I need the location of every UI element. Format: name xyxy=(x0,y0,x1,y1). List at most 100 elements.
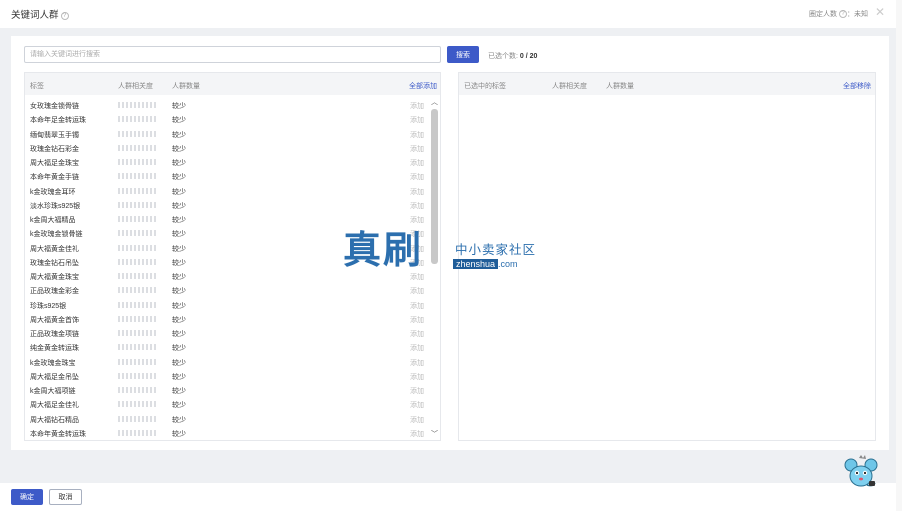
col-relevance: 人群相关度 xyxy=(118,83,153,90)
dialog-header: 关键词人群? 圈定人数? ：未知 ✕ xyxy=(0,0,896,28)
add-button[interactable]: 添加 xyxy=(410,158,424,168)
add-button[interactable]: 添加 xyxy=(410,358,424,368)
col-count: 人群数量 xyxy=(172,83,200,90)
add-button[interactable]: 添加 xyxy=(410,258,424,268)
page-scrollbar[interactable] xyxy=(896,0,902,511)
add-button[interactable]: 添加 xyxy=(410,215,424,225)
available-tags-list: 女玫瑰金锁骨链 较少 添加 本命年足金转运珠 较少 添加 缅甸翡翠玉手镯 较少 添加 玫瑰金钻石彩… xyxy=(25,97,428,441)
row-tag-name: 本命年足金转运珠 xyxy=(30,117,86,125)
relevance-bar xyxy=(118,102,156,108)
table-row: 周大福足金珠宝 较少 添加 xyxy=(25,154,428,168)
add-button[interactable]: 添加 xyxy=(410,130,424,140)
estimate-help-icon[interactable]: ? xyxy=(839,10,847,18)
row-count: 较少 xyxy=(172,202,186,210)
add-button[interactable]: 添加 xyxy=(410,101,424,111)
cancel-button[interactable]: 取消 xyxy=(49,489,82,505)
selected-tags-panel: 已选中的标签 人群相关度 人群数量 全部移除 xyxy=(458,72,876,441)
col-tag: 标签 xyxy=(30,83,44,90)
relevance-bar xyxy=(118,159,156,165)
row-tag-name: k金玫瑰金珠宝 xyxy=(30,359,76,367)
row-count: 较少 xyxy=(172,373,186,381)
row-count: 较少 xyxy=(172,217,186,224)
add-button[interactable]: 添加 xyxy=(410,286,424,296)
row-count: 较少 xyxy=(172,331,186,338)
add-button[interactable]: 添加 xyxy=(410,201,424,211)
table-row: 周大福足金吊坠 较少 添加 xyxy=(25,368,428,382)
table-row: 本命年黄金转运珠 较少 添加 xyxy=(25,425,428,439)
help-icon[interactable]: ? xyxy=(60,12,69,20)
add-button[interactable]: 添加 xyxy=(410,272,424,282)
close-icon[interactable]: ✕ xyxy=(875,5,885,19)
selected-tags-header: 已选中的标签 人群相关度 人群数量 全部移除 xyxy=(459,73,875,95)
add-button[interactable]: 添加 xyxy=(410,172,424,182)
table-row: 女玫瑰金锁骨链 较少 添加 xyxy=(25,97,428,111)
add-button[interactable]: 添加 xyxy=(410,115,424,125)
relevance-bar xyxy=(118,415,156,422)
row-tag-name: 本命年黄金手链 xyxy=(30,174,79,182)
row-tag-name: k金玫瑰金耳环 xyxy=(30,188,76,196)
dialog-title: 关键词人群? xyxy=(11,7,69,21)
row-count: 较少 xyxy=(172,160,186,167)
table-row: 正品玫瑰金项链 较少 添加 xyxy=(25,325,428,339)
scrollbar-thumb[interactable] xyxy=(431,109,438,264)
table-row: k金周大福精品 较少 添加 xyxy=(25,211,428,225)
row-count: 较少 xyxy=(172,430,186,438)
selected-count-value: 0 / 20 xyxy=(519,53,538,60)
add-button[interactable]: 添加 xyxy=(410,244,424,254)
col-selected-count: 人群数量 xyxy=(606,83,634,90)
estimate-info: 圈定人数? ：未知 xyxy=(809,10,868,18)
add-button[interactable]: 添加 xyxy=(410,144,424,154)
row-count: 较少 xyxy=(172,302,186,310)
relevance-bar xyxy=(118,273,156,279)
selected-count: 已选个数: 0 / 20 xyxy=(488,51,537,61)
chevron-up-icon[interactable]: ︿ xyxy=(431,99,438,107)
estimate-value: 未知 xyxy=(854,11,868,18)
table-row: k金玫瑰金珠宝 较少 添加 xyxy=(25,354,428,368)
add-button[interactable]: 添加 xyxy=(410,301,424,311)
add-button[interactable]: 添加 xyxy=(410,315,424,325)
row-tag-name: k金玫瑰金锁骨链 xyxy=(30,231,83,239)
add-button[interactable]: 添加 xyxy=(410,343,424,353)
search-button[interactable]: 搜索 xyxy=(447,46,479,63)
row-tag-name: 周大福黄金佳礼 xyxy=(30,245,79,253)
relevance-bar xyxy=(118,429,156,436)
table-row: 周大福黄金首饰 较少 添加 xyxy=(25,311,428,325)
row-count: 较少 xyxy=(172,274,186,281)
confirm-button[interactable]: 确定 xyxy=(11,489,43,505)
relevance-bar xyxy=(118,301,156,308)
dialog-title-text: 关键词人群 xyxy=(11,10,59,21)
row-count: 较少 xyxy=(172,117,186,125)
table-row: 玫瑰金钻石彩金 较少 添加 xyxy=(25,140,428,154)
add-button[interactable]: 添加 xyxy=(410,386,424,396)
list-scrollbar[interactable]: ︿ ﹀ xyxy=(429,97,440,441)
remove-all-button[interactable]: 全部移除 xyxy=(843,81,871,91)
row-count: 较少 xyxy=(172,188,186,196)
relevance-bar xyxy=(118,173,156,180)
mascot-icon[interactable] xyxy=(843,455,879,491)
table-row: 本命年足金转运珠 较少 添加 xyxy=(25,111,428,125)
relevance-bar xyxy=(118,244,156,251)
table-row: 缅甸翡翠玉手镯 较少 添加 xyxy=(25,126,428,140)
add-button[interactable]: 添加 xyxy=(410,400,424,410)
add-button[interactable]: 添加 xyxy=(410,429,424,439)
add-button[interactable]: 添加 xyxy=(410,329,424,339)
table-row: k金玫瑰金锁骨链 较少 添加 xyxy=(25,225,428,239)
row-tag-name: k金周大福精品 xyxy=(30,217,76,224)
row-count: 较少 xyxy=(172,145,186,153)
add-button[interactable]: 添加 xyxy=(410,187,424,197)
chevron-down-icon[interactable]: ﹀ xyxy=(431,431,438,439)
row-tag-name: 周大福足金佳礼 xyxy=(30,402,79,410)
relevance-bar xyxy=(118,144,156,151)
add-button[interactable]: 添加 xyxy=(410,372,424,382)
table-row: 纯金黄金转运珠 较少 添加 xyxy=(25,339,428,353)
row-tag-name: 周大福足金吊坠 xyxy=(30,373,79,381)
row-tag-name: 本命年黄金转运珠 xyxy=(30,430,86,438)
add-button[interactable]: 添加 xyxy=(410,229,424,239)
table-row: k金玫瑰金耳环 较少 添加 xyxy=(25,183,428,197)
table-row: 本命年黄金手链 较少 添加 xyxy=(25,168,428,182)
add-all-button[interactable]: 全部添加 xyxy=(409,81,437,91)
col-selected-tag: 已选中的标签 xyxy=(464,83,506,90)
search-input[interactable] xyxy=(24,46,441,63)
table-row: 玫瑰金钻石吊坠 较少 添加 xyxy=(25,254,428,268)
add-button[interactable]: 添加 xyxy=(410,415,424,425)
